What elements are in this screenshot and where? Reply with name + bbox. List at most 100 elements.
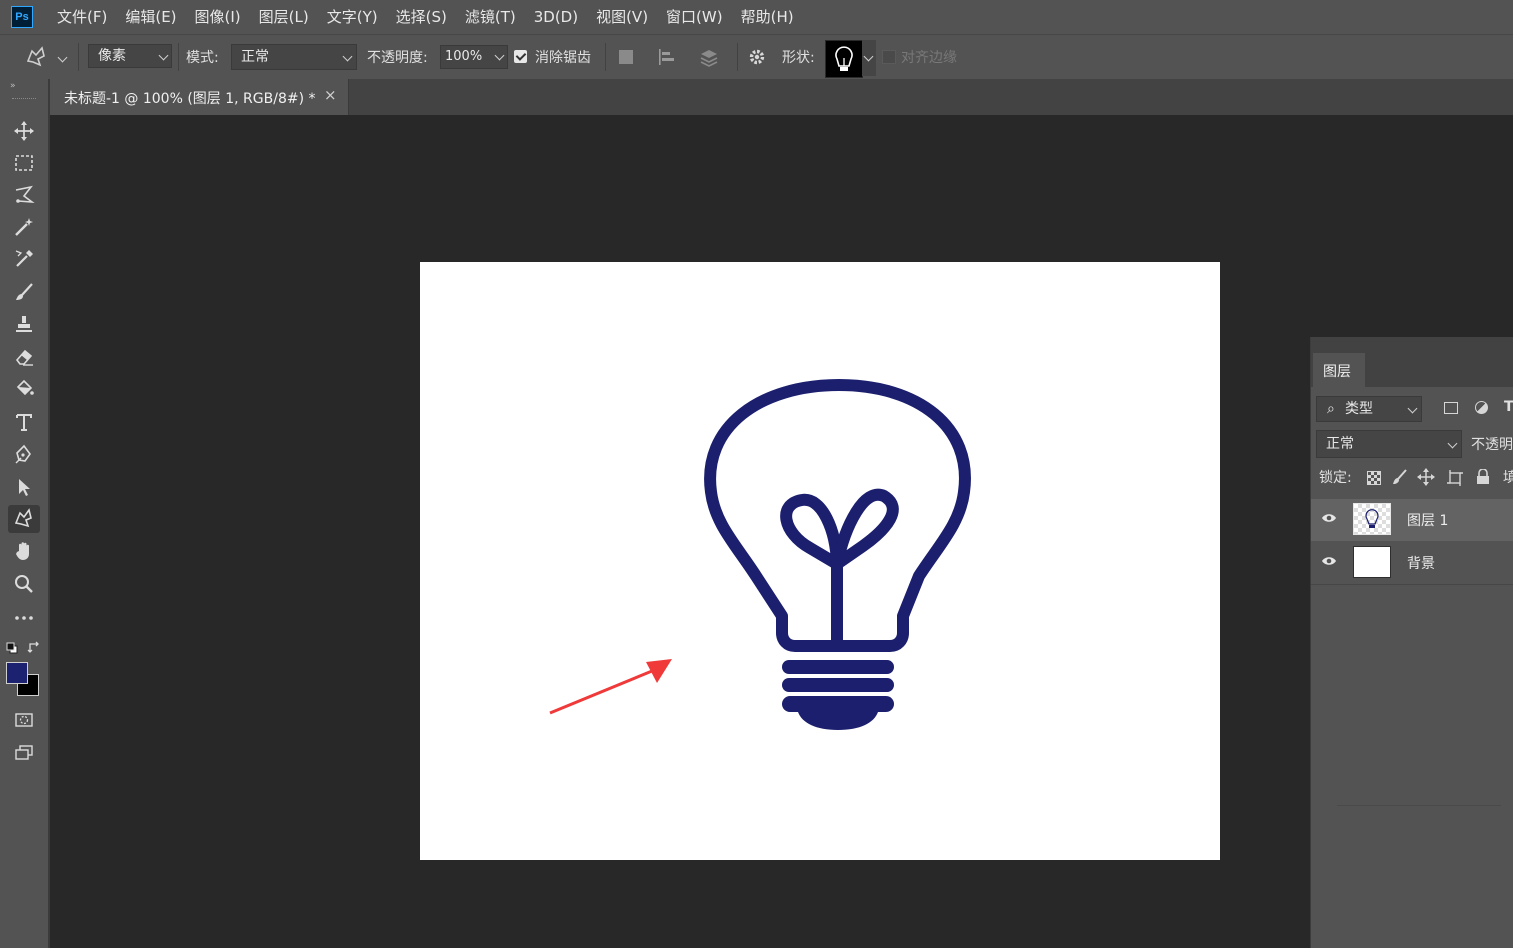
- lock-transparent-pixels-icon[interactable]: [1367, 471, 1381, 485]
- chevron-down-icon: [1407, 403, 1418, 414]
- document-tab-bar: 未标题-1 @ 100% (图层 1, RGB/8#) * ×: [50, 79, 1513, 115]
- stamp-tool-icon[interactable]: [8, 310, 40, 338]
- tab-layers[interactable]: 图层: [1313, 353, 1365, 387]
- foreground-color-swatch[interactable]: [6, 662, 28, 684]
- align-edges-label: 对齐边缘: [901, 50, 957, 66]
- document-tab[interactable]: 未标题-1 @ 100% (图层 1, RGB/8#) * ×: [50, 79, 349, 115]
- menu-image[interactable]: 图像(I): [186, 0, 250, 34]
- mode-label: 模式:: [186, 50, 219, 66]
- chevron-down-icon: [1447, 438, 1458, 449]
- quick-mask-icon[interactable]: [8, 706, 40, 734]
- layer-opacity-label: 不透明: [1471, 437, 1513, 453]
- paint-bucket-tool-icon[interactable]: [8, 375, 40, 403]
- mode-dropdown[interactable]: 正常: [231, 44, 357, 70]
- fill-label: 填: [1503, 470, 1513, 486]
- pen-tool-icon[interactable]: [8, 440, 40, 468]
- menu-bar: Ps 文件(F) 编辑(E) 图像(I) 图层(L) 文字(Y) 选择(S) 滤…: [0, 0, 1513, 34]
- gear-icon[interactable]: [747, 47, 767, 71]
- hand-tool-icon[interactable]: [8, 537, 40, 565]
- chevron-down-icon: [863, 51, 874, 62]
- lightbulb-shape: [704, 379, 971, 652]
- layer-1-thumbnail: [1353, 503, 1391, 535]
- fill-type-dropdown[interactable]: 像素: [88, 44, 172, 68]
- layer-name: 图层 1: [1407, 513, 1449, 529]
- shape-label: 形状:: [782, 50, 815, 66]
- collapse-panel-icon[interactable]: »: [10, 81, 16, 91]
- menu-filter[interactable]: 滤镜(T): [456, 0, 525, 34]
- layer-row-background[interactable]: 背景: [1311, 542, 1513, 584]
- layer-name: 背景: [1407, 556, 1435, 572]
- menu-type[interactable]: 文字(Y): [318, 0, 387, 34]
- move-tool-icon[interactable]: [8, 117, 40, 145]
- menu-layer[interactable]: 图层(L): [250, 0, 318, 34]
- path-selection-tool-icon[interactable]: [8, 473, 40, 501]
- tab-layers-label: 图层: [1323, 364, 1351, 380]
- menu-edit[interactable]: 编辑(E): [116, 0, 185, 34]
- opacity-dropdown[interactable]: 100%: [440, 45, 508, 69]
- layer-row-layer-1[interactable]: 图层 1: [1311, 499, 1513, 541]
- layers-panel-tab-row: 图层: [1311, 351, 1513, 387]
- eraser-tool-icon[interactable]: [8, 343, 40, 371]
- filter-adjustment-layers-icon[interactable]: [1475, 401, 1488, 414]
- menu-select[interactable]: 选择(S): [387, 0, 456, 34]
- eyedropper-tool-icon[interactable]: [8, 245, 40, 273]
- panel-divider: [1337, 805, 1501, 806]
- zoom-tool-icon[interactable]: [8, 570, 40, 598]
- path-arrangement-icon[interactable]: [697, 46, 721, 72]
- lock-artboard-icon[interactable]: [1446, 469, 1464, 491]
- mode-value: 正常: [241, 49, 269, 65]
- background-layer-thumbnail: [1353, 546, 1391, 578]
- marquee-tool-icon[interactable]: [8, 149, 40, 177]
- search-icon: ⌕: [1327, 401, 1335, 417]
- blend-mode-dropdown[interactable]: 正常: [1316, 430, 1462, 458]
- lock-image-pixels-icon[interactable]: [1391, 468, 1409, 490]
- swap-colors-icon[interactable]: [27, 640, 41, 658]
- lightbulb-icon: [835, 46, 853, 71]
- chevron-down-icon: [494, 50, 505, 61]
- panel-grip-icon[interactable]: [12, 98, 36, 102]
- tools-panel: »: [0, 79, 50, 948]
- menu-file[interactable]: 文件(F): [48, 0, 116, 34]
- menu-3d[interactable]: 3D(D): [525, 0, 587, 34]
- opacity-value: 100%: [445, 49, 483, 64]
- brush-tool-icon[interactable]: [8, 278, 40, 306]
- shape-picker-dropdown[interactable]: [862, 40, 876, 76]
- blend-mode-value: 正常: [1326, 436, 1354, 452]
- filter-pixel-layers-icon[interactable]: [1444, 402, 1458, 414]
- menu-help[interactable]: 帮助(H): [732, 0, 803, 34]
- preset-chevron-down-icon[interactable]: [57, 52, 68, 63]
- menu-window[interactable]: 窗口(W): [657, 0, 732, 34]
- lightbulb-base: [782, 660, 894, 730]
- shape-picker[interactable]: [825, 40, 863, 78]
- layer-filter-value: 类型: [1345, 401, 1373, 417]
- photoshop-logo[interactable]: Ps: [11, 6, 33, 28]
- path-alignment-icon[interactable]: [656, 47, 676, 71]
- fill-type-value: 像素: [98, 48, 126, 64]
- document-tab-title: 未标题-1 @ 100% (图层 1, RGB/8#) *: [64, 91, 316, 107]
- antialias-checkbox[interactable]: [514, 50, 527, 63]
- lasso-tool-icon[interactable]: [8, 181, 40, 209]
- document-canvas[interactable]: [420, 262, 1220, 860]
- menu-view[interactable]: 视图(V): [587, 0, 657, 34]
- custom-shape-tool-preset-icon[interactable]: [24, 45, 50, 73]
- lock-all-icon[interactable]: [1476, 468, 1490, 489]
- custom-shape-tool-icon[interactable]: [8, 505, 40, 533]
- layer-filter-dropdown[interactable]: ⌕ 类型: [1316, 396, 1422, 422]
- magic-wand-tool-icon[interactable]: [8, 213, 40, 241]
- lock-position-icon[interactable]: [1417, 468, 1435, 490]
- screen-mode-icon[interactable]: [8, 739, 40, 767]
- align-edges-checkbox[interactable]: [882, 50, 896, 64]
- default-colors-icon[interactable]: [6, 642, 18, 658]
- eye-icon[interactable]: [1321, 512, 1337, 524]
- antialias-label: 消除锯齿: [535, 50, 591, 66]
- panel-top-strip[interactable]: [1311, 337, 1513, 351]
- chevron-down-icon: [158, 50, 169, 61]
- path-operations-icon[interactable]: [619, 50, 633, 64]
- more-tools-icon[interactable]: [8, 604, 40, 632]
- opacity-label: 不透明度:: [367, 50, 428, 66]
- canvas-artwork: [549, 379, 971, 730]
- eye-icon[interactable]: [1321, 555, 1337, 567]
- type-tool-icon[interactable]: [8, 408, 40, 436]
- filter-type-layers-icon[interactable]: T: [1504, 399, 1513, 415]
- close-icon[interactable]: ×: [324, 86, 337, 104]
